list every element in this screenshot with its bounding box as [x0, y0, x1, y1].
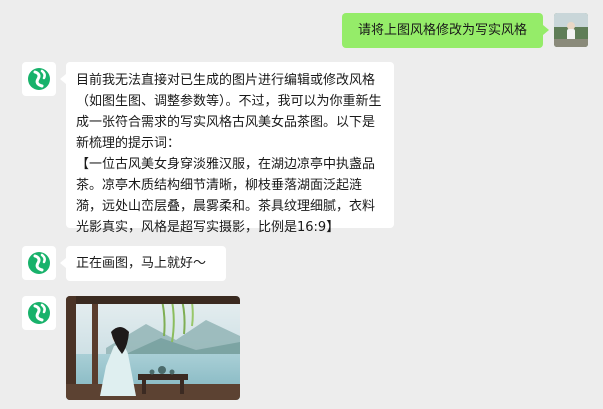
assistant-logo-icon [28, 252, 50, 274]
assistant-avatar[interactable] [22, 246, 56, 280]
assistant-avatar[interactable] [22, 62, 56, 96]
assistant-logo-icon [28, 68, 50, 90]
assistant-avatar[interactable] [22, 296, 56, 330]
assistant-status-text: 正在画图，马上就好～ [76, 256, 207, 271]
user-message-bubble: 请将上图风格修改为写实风格 [342, 13, 549, 48]
assistant-message-bubble: 目前我无法直接对已生成的图片进行编辑或修改风格（如图生图、调整参数等）。不过，我… [60, 62, 394, 235]
user-message-text: 请将上图风格修改为写实风格 [357, 23, 527, 38]
generated-image[interactable] [66, 296, 240, 400]
assistant-status-bubble: 正在画图，马上就好～ [60, 246, 226, 281]
user-avatar[interactable] [554, 13, 588, 47]
assistant-logo-icon [28, 302, 50, 324]
assistant-reply-intro: 目前我无法直接对已生成的图片进行编辑或修改风格（如图生图、调整参数等）。不过，我… [76, 73, 382, 151]
assistant-reply-prompt: 【一位古风美女身穿淡雅汉服，在湖边凉亭中执盏品茶。凉亭木质结构细节清晰，柳枝垂落… [76, 157, 376, 235]
